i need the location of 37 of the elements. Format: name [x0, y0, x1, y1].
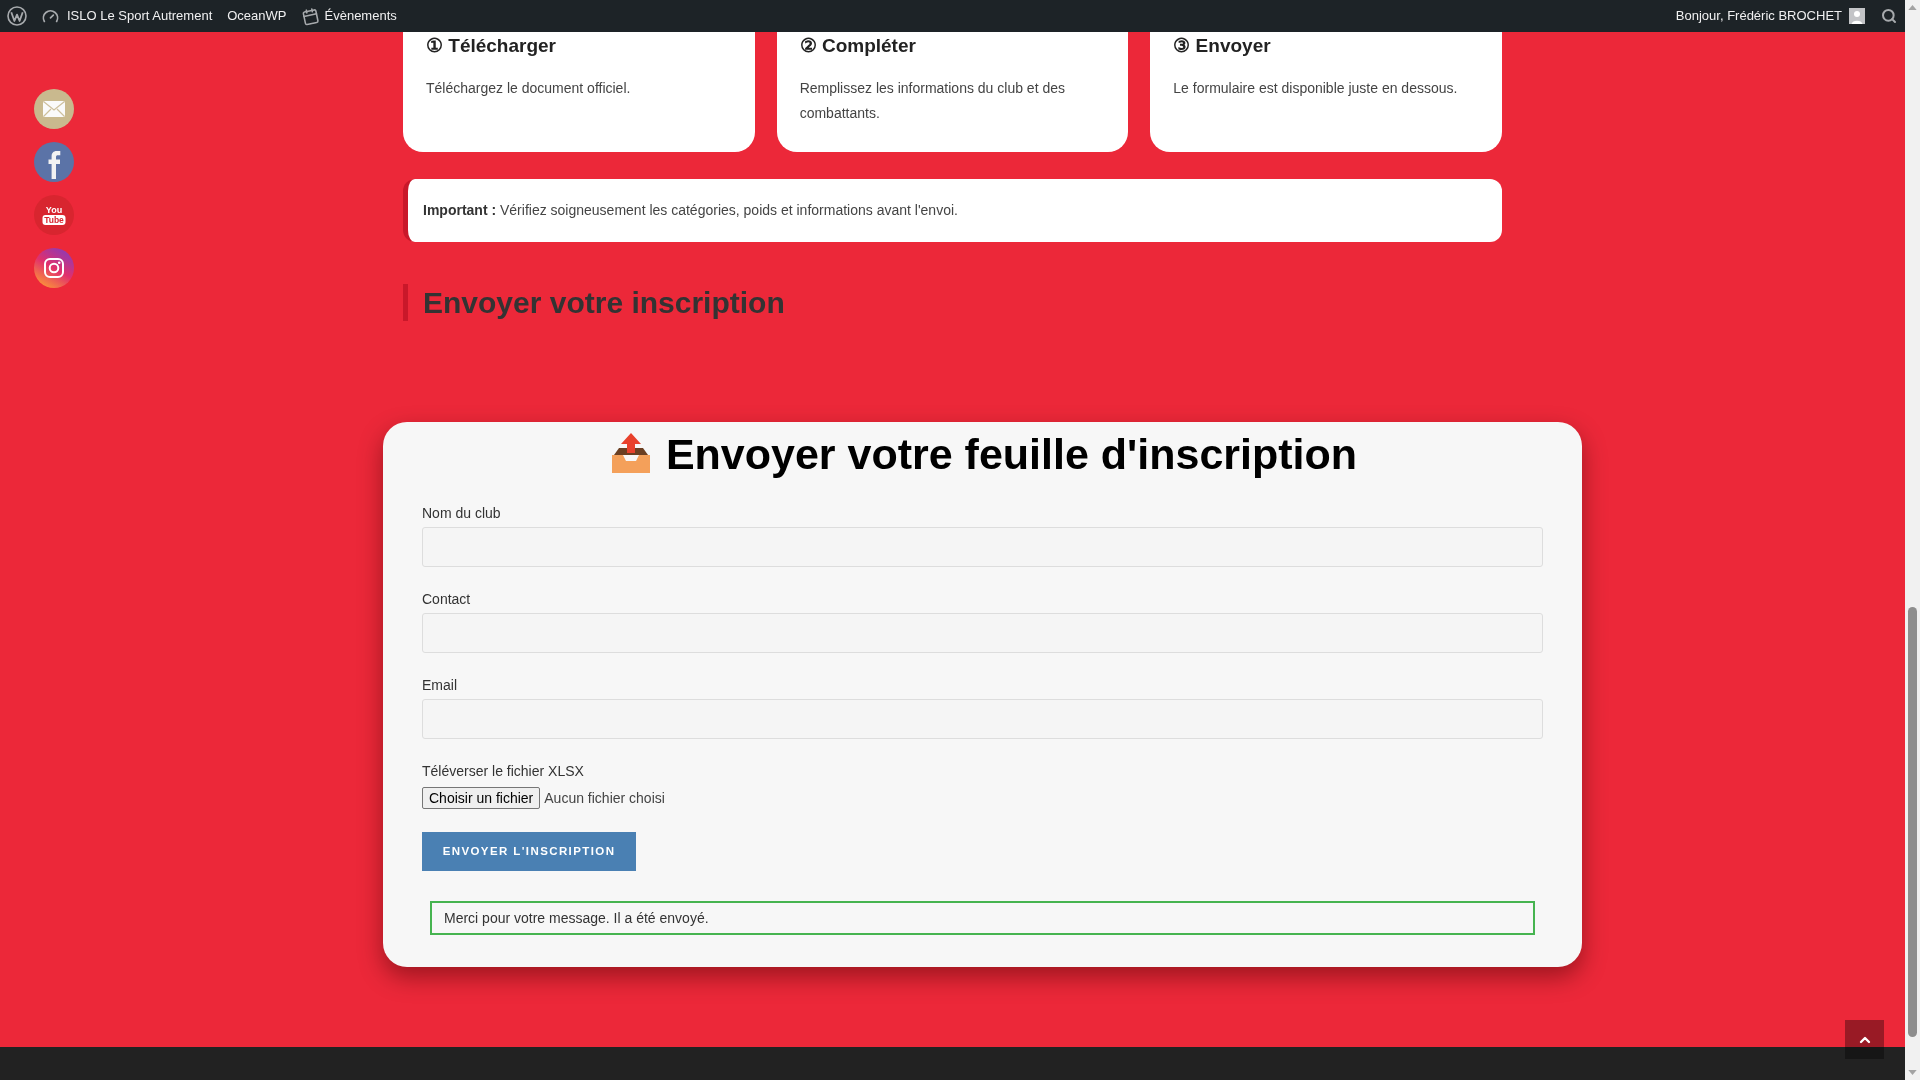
search-icon[interactable]	[1881, 8, 1897, 24]
instagram-icon[interactable]	[34, 248, 74, 288]
admin-bar-link[interactable]: ISLO Le Sport Autrement	[42, 6, 213, 26]
scrollbar[interactable]	[1905, 0, 1920, 1080]
step-title: ① Télécharger	[426, 34, 557, 58]
input-field[interactable]	[422, 527, 1543, 567]
scroll-up-arrow-icon[interactable]	[1908, 5, 1917, 10]
form-title: Envoyer votre feuille d'inscription	[665, 429, 1358, 480]
section-heading: Envoyer votre inscription	[423, 285, 785, 321]
submit-button[interactable]: ENVOYER L'INSCRIPTION	[422, 832, 636, 871]
step-text: Le formulaire est disponible juste en dessous.	[1173, 79, 1459, 98]
field-label: Contact	[422, 590, 472, 609]
field-label: Nom du club	[422, 504, 502, 523]
wordpress-logo-icon[interactable]	[7, 6, 27, 26]
account-link[interactable]: Bonjour, Frédéric BROCHET	[1675, 6, 1865, 26]
envelope-icon[interactable]	[34, 89, 74, 129]
step-title: ② Compléter	[799, 34, 917, 58]
avatar-icon	[1849, 8, 1865, 24]
field-label: Email	[422, 676, 458, 695]
scrollbar-thumb[interactable]	[1908, 607, 1917, 1037]
admin-bar-link[interactable]: OceanWP	[227, 6, 287, 26]
facebook-icon[interactable]	[34, 142, 74, 182]
notice-text: Important : Vérifiez soigneusement les catégories, poids et informations avant l'envoi.	[423, 201, 958, 220]
file-choose-button[interactable]: Choisir un fichier	[422, 787, 541, 809]
scroll-down-arrow-icon[interactable]	[1908, 1070, 1917, 1075]
admin-bar-link[interactable]: Évènements	[301, 6, 397, 26]
step-text: Téléchargez le document officiel.	[426, 79, 632, 98]
file-status-text: Aucun fichier choisi	[544, 788, 666, 808]
input-field[interactable]	[422, 613, 1543, 653]
field-label: Téléverser le fichier XLSX	[422, 762, 585, 781]
gauge-icon	[42, 7, 59, 25]
youtube-icon[interactable]: You Tube	[34, 195, 74, 235]
step-title: ③ Envoyer	[1173, 34, 1272, 58]
response-message: Merci pour votre message. Il a été envoyé.	[430, 901, 1535, 935]
back-to-top-button[interactable]	[1845, 1020, 1884, 1059]
step-text: Remplissez les informations du club et des combattants.	[799, 79, 1066, 123]
input-field[interactable]	[422, 699, 1543, 739]
